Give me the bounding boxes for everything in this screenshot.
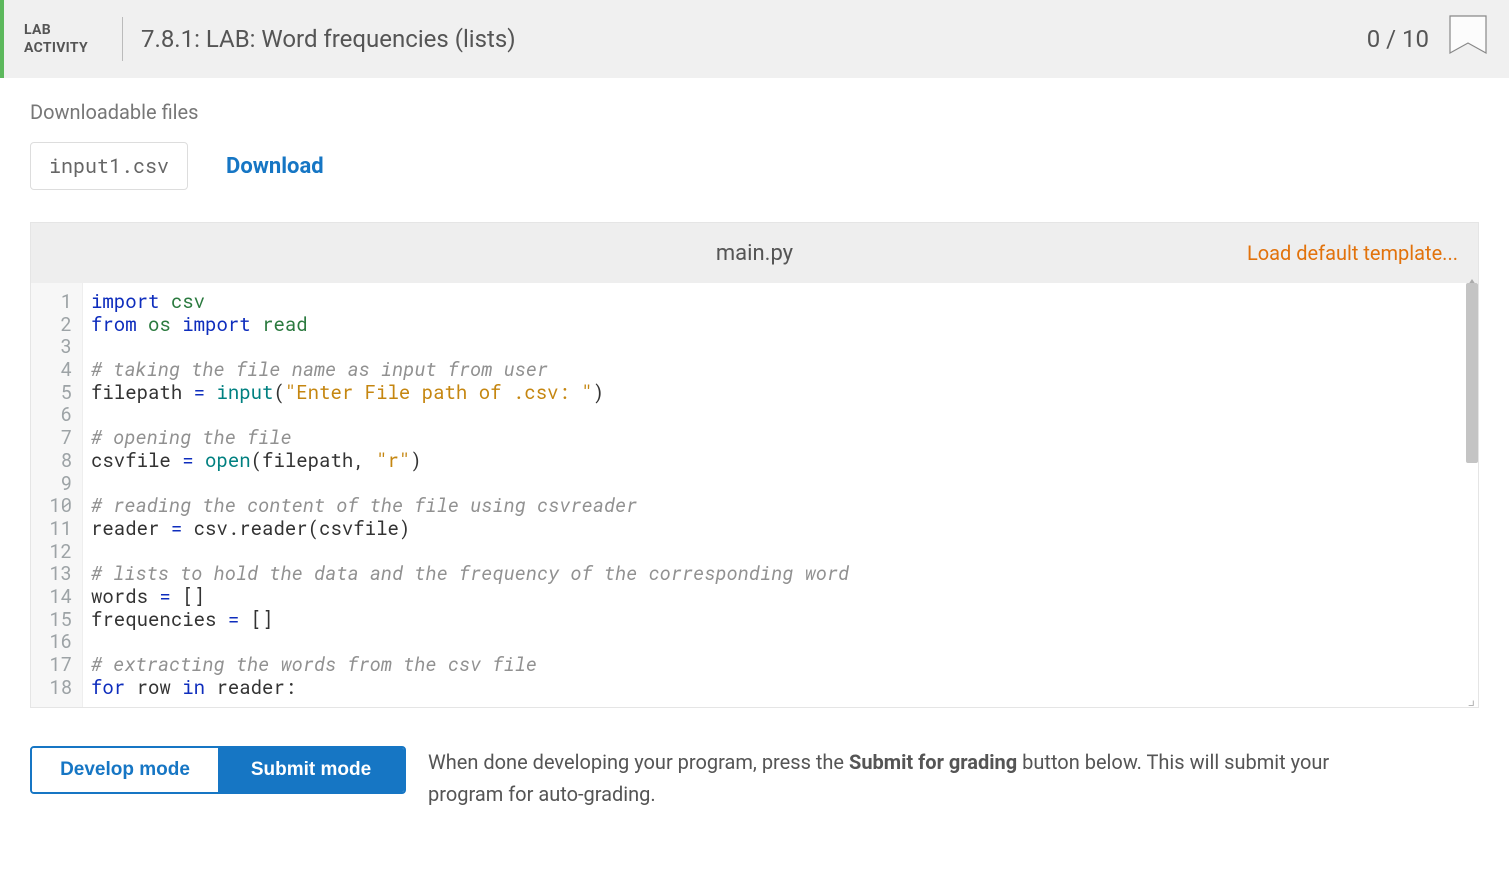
download-link[interactable]: Download xyxy=(226,154,324,179)
downloadable-files-row: input1.csv Download xyxy=(30,142,1479,190)
develop-mode-button[interactable]: Develop mode xyxy=(32,748,218,792)
mode-row: Develop mode Submit mode When done devel… xyxy=(0,708,1509,820)
submit-mode-button[interactable]: Submit mode xyxy=(218,748,404,792)
code-area[interactable]: import csvfrom os import read # taking t… xyxy=(83,283,1478,707)
file-chip: input1.csv xyxy=(30,142,188,190)
downloadable-files-title: Downloadable files xyxy=(30,100,1479,124)
editor-body[interactable]: 123456789101112131415161718 import csvfr… xyxy=(31,283,1478,707)
submit-hint-text: When done developing your program, press… xyxy=(428,746,1348,810)
lab-activity-label: LAB ACTIVITY xyxy=(24,21,104,57)
header-divider xyxy=(122,17,123,61)
code-editor: main.py Load default template... 1234567… xyxy=(30,222,1479,708)
lab-score: 0 / 10 xyxy=(1367,25,1429,53)
lab-header: LAB ACTIVITY 7.8.1: LAB: Word frequencie… xyxy=(0,0,1509,78)
editor-filename: main.py xyxy=(716,241,793,266)
mode-toggle: Develop mode Submit mode xyxy=(30,746,406,794)
editor-header: main.py Load default template... xyxy=(31,223,1478,283)
resize-handle-icon[interactable]: ⌟ xyxy=(1460,689,1476,705)
lab-title: 7.8.1: LAB: Word frequencies (lists) xyxy=(141,25,1367,53)
bookmark-icon[interactable] xyxy=(1447,15,1489,63)
load-default-template-link[interactable]: Load default template... xyxy=(1247,241,1458,265)
scrollbar-thumb[interactable] xyxy=(1466,283,1478,463)
downloadable-files-section: Downloadable files input1.csv Download xyxy=(0,78,1509,190)
line-number-gutter: 123456789101112131415161718 xyxy=(31,283,83,707)
